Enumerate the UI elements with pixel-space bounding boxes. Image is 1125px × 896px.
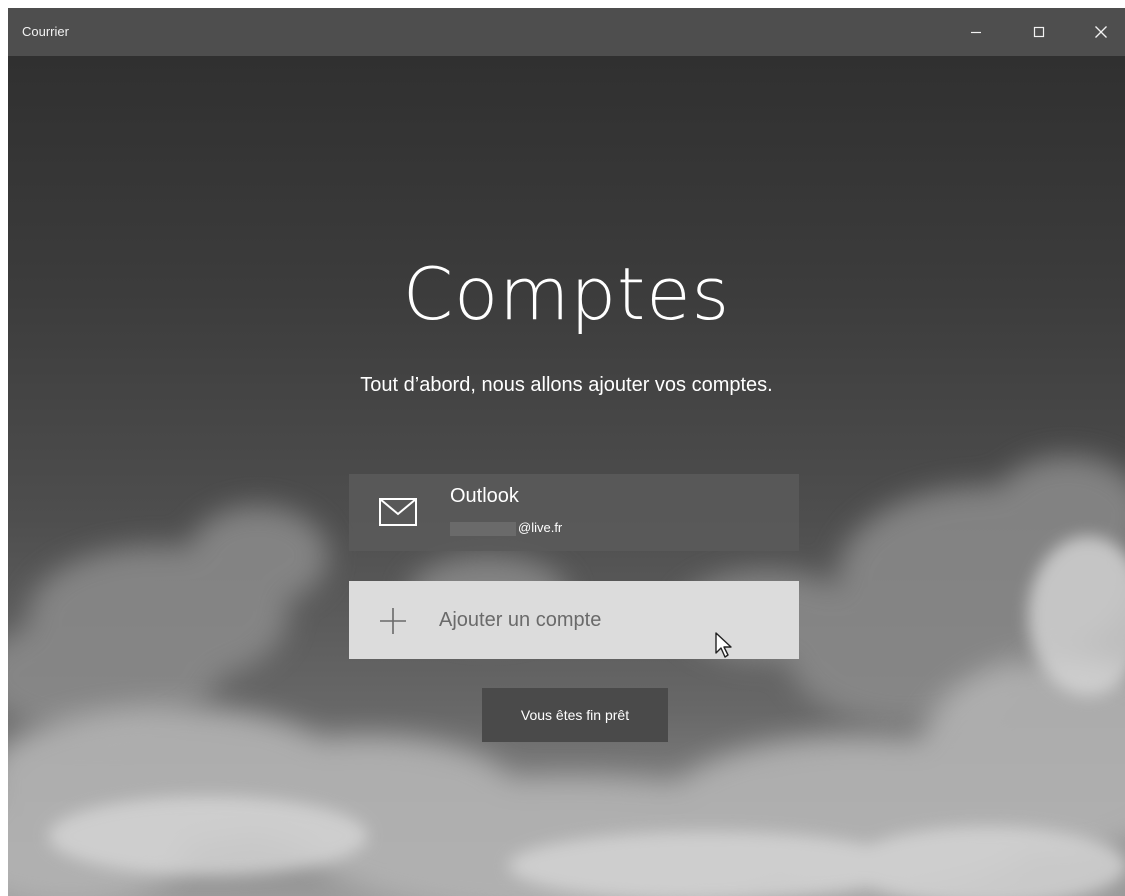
maximize-button[interactable] [1008,8,1070,56]
account-email-domain: @live.fr [518,520,563,535]
page-subtitle: Tout d’abord, nous allons ajouter vos co… [360,374,773,396]
account-email: @live.fr [450,520,562,536]
maximize-icon [1033,26,1045,38]
close-icon [1095,26,1107,38]
account-tile-outlook[interactable]: Outlook @live.fr [349,474,799,551]
plus-icon [380,608,406,634]
ready-button[interactable]: Vous êtes fin prêt [482,688,668,742]
redacted-email-block [450,521,516,536]
add-account-label: Ajouter un compte [439,609,602,631]
mail-icon [379,498,417,526]
title-bar[interactable]: Courrier [8,8,1125,56]
minimize-button[interactable] [945,8,1007,56]
minimize-icon [971,31,981,34]
mail-app-window: Courrier Comptes Tout d’abord, nous allo… [8,8,1125,896]
page-title: Comptes [402,252,731,336]
close-button[interactable] [1070,8,1125,56]
mouse-cursor-icon [715,632,732,658]
account-name: Outlook [450,485,519,507]
accounts-setup-page: Comptes Tout d’abord, nous allons ajoute… [8,56,1125,896]
window-title: Courrier [22,24,69,39]
